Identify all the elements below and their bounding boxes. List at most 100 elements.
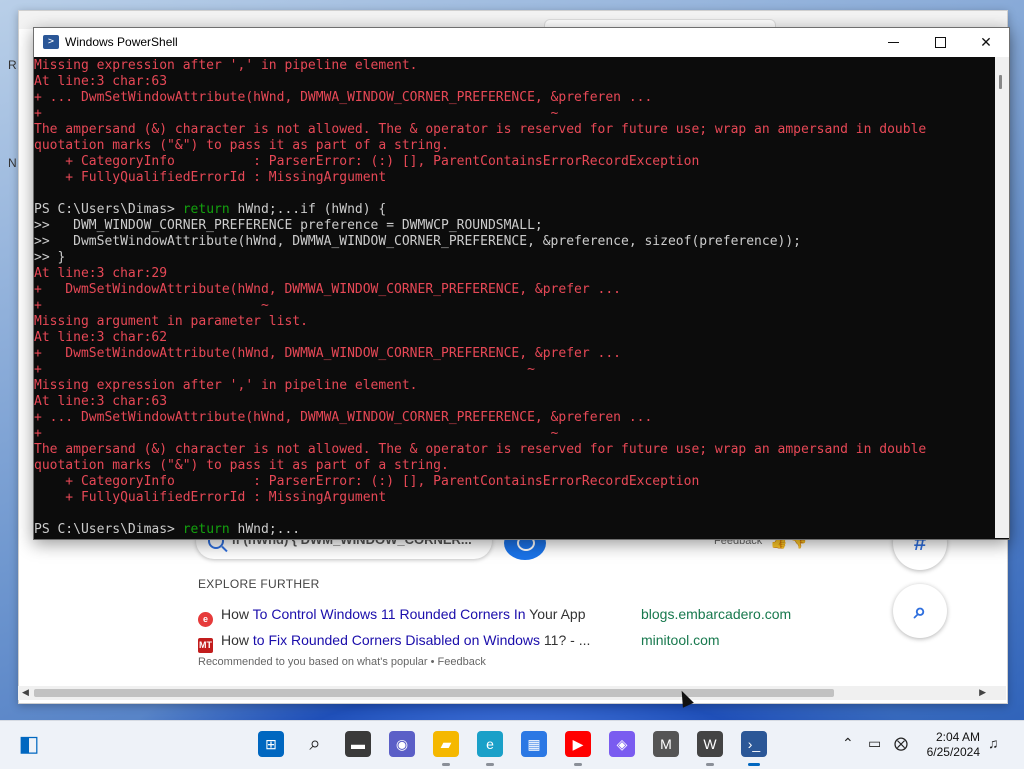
console-line: + FullyQualifiedErrorId : MissingArgumen… (34, 170, 995, 186)
network-icon[interactable]: ▭ (868, 735, 881, 752)
copilot-icon[interactable]: ◈ (609, 731, 635, 757)
console-text: Missing expression after ',' in pipeline… (34, 58, 418, 73)
console-line: Missing expression after ',' in pipeline… (34, 378, 995, 394)
powershell-window[interactable]: > Windows PowerShell ✕ Missing expressio… (33, 27, 1010, 540)
console-keyword: return (182, 202, 230, 217)
console-prompt: PS C:\Users\Dimas> (34, 202, 183, 217)
console-text: At line:3 char:63 (34, 74, 168, 89)
console-text: + ~ (34, 106, 559, 121)
console-line: + ~ (34, 106, 995, 122)
console-line: Missing argument in parameter list. (34, 314, 995, 330)
console-line: At line:3 char:63 (34, 74, 995, 90)
volume-icon[interactable]: ⨂ (894, 735, 908, 752)
result-source[interactable]: blogs.embarcadero.com (641, 606, 791, 622)
powershell-titlebar[interactable]: > Windows PowerShell ✕ (34, 28, 1009, 57)
console-line: + CategoryInfo : ParserError: (:) [], Pa… (34, 474, 995, 490)
console-text: + FullyQualifiedErrorId : MissingArgumen… (34, 170, 387, 185)
window-title: Windows PowerShell (65, 35, 178, 49)
console-line: quotation marks ("&") to pass it as part… (34, 138, 995, 154)
chevron-up-icon[interactable]: ⌃ (842, 735, 854, 752)
scroll-thumb[interactable] (999, 75, 1002, 89)
search-icon[interactable]: ⌕ (302, 731, 328, 757)
meet-icon[interactable]: ◉ (389, 731, 415, 757)
result-item[interactable]: MT How to Fix Rounded Corners Disabled on… (198, 632, 590, 653)
clock[interactable]: 2:04 AM 6/25/2024 (927, 730, 980, 760)
console-scrollbar[interactable] (995, 57, 1009, 538)
scroll-left-icon[interactable]: ◀ (22, 687, 29, 698)
console-line: Missing expression after ',' in pipeline… (34, 58, 995, 74)
console-text: At line:3 char:63 (34, 394, 168, 409)
store-icon[interactable]: ▦ (521, 731, 547, 757)
powershell-icon: > (43, 35, 59, 49)
console-line: At line:3 char:62 (34, 330, 995, 346)
result-source[interactable]: minitool.com (641, 632, 720, 648)
console-line: >> } (34, 250, 995, 266)
console-line: The ampersand (&) character is not allow… (34, 122, 995, 138)
horizontal-scrollbar[interactable]: ◀ ▶ (18, 686, 1006, 700)
console-text: At line:3 char:29 (34, 266, 168, 281)
scroll-right-icon[interactable]: ▶ (979, 687, 986, 698)
result-title[interactable]: How to Fix Rounded Corners Disabled on W… (221, 632, 590, 648)
console-text: + DwmSetWindowAttribute(hWnd, DWMWA_WIND… (34, 282, 621, 297)
console-line: quotation marks ("&") to pass it as part… (34, 458, 995, 474)
date-text: 6/25/2024 (926, 745, 980, 759)
console-text: The ampersand (&) character is not allow… (34, 122, 927, 137)
console-text: The ampersand (&) character is not allow… (34, 442, 927, 457)
edge-icon[interactable]: e (477, 731, 503, 766)
console-line: The ampersand (&) character is not allow… (34, 442, 995, 458)
console-keyword: return (182, 522, 230, 537)
console-text: + DwmSetWindowAttribute(hWnd, DWMWA_WIND… (34, 346, 621, 361)
console-text: + ~ (34, 426, 559, 441)
console-text: quotation marks ("&") to pass it as part… (34, 138, 449, 153)
console-line: + CategoryInfo : ParserError: (:) [], Pa… (34, 154, 995, 170)
console-text: + CategoryInfo : ParserError: (:) [], Pa… (34, 154, 700, 169)
file-explorer-icon[interactable]: ▰ (433, 731, 459, 766)
start-icon[interactable]: ⊞ (258, 731, 284, 757)
powershell-icon[interactable]: ›_ (741, 731, 767, 766)
console-line: + ... DwmSetWindowAttribute(hWnd, DWMWA_… (34, 410, 995, 426)
desktop-icon-label: N (8, 156, 17, 170)
close-button[interactable]: ✕ (963, 28, 1009, 57)
maximize-button[interactable] (917, 28, 963, 57)
console-text: quotation marks ("&") to pass it as part… (34, 458, 449, 473)
console-line: + DwmSetWindowAttribute(hWnd, DWMWA_WIND… (34, 346, 995, 362)
console-line: PS C:\Users\Dimas> return hWnd;...if (hW… (34, 202, 995, 218)
console-line: >> DwmSetWindowAttribute(hWnd, DWMWA_WIN… (34, 234, 995, 250)
taskbar: ◧ ⊞ ⌕ ▬ ◉ ▰ e ▦ ▶ ◈ M W ›_ ⌃ ▭ ⨂ 2:04 AM 6/25/2024 … (0, 720, 1024, 769)
m-app-icon[interactable]: M (653, 731, 679, 757)
console-text: >> DwmSetWindowAttribute(hWnd, DWMWA_WIN… (34, 234, 802, 249)
result-title[interactable]: How To Control Windows 11 Rounded Corner… (221, 606, 586, 622)
console-line: At line:3 char:29 (34, 266, 995, 282)
console-text: + ~ (34, 298, 269, 313)
console-text: hWnd;...if (hWnd) { (229, 202, 387, 217)
console-text: Missing expression after ',' in pipeline… (34, 378, 418, 393)
console-text: + ... DwmSetWindowAttribute(hWnd, DWMWA_… (34, 90, 653, 105)
time-text: 2:04 AM (935, 730, 980, 744)
task-view-icon[interactable]: ▬ (345, 731, 371, 757)
console-text: + FullyQualifiedErrorId : MissingArgumen… (34, 490, 387, 505)
console-output[interactable]: Missing expression after ',' in pipeline… (34, 57, 995, 539)
result-item[interactable]: e How To Control Windows 11 Rounded Corne… (198, 606, 586, 627)
widgets-icon[interactable]: ◧ (16, 731, 42, 757)
console-line: + DwmSetWindowAttribute(hWnd, DWMWA_WIND… (34, 282, 995, 298)
console-line: + ~ (34, 298, 995, 314)
minimize-button[interactable] (871, 28, 917, 57)
console-text: + CategoryInfo : ParserError: (:) [], Pa… (34, 474, 700, 489)
recommended-note: Recommended to you based on what's popul… (198, 656, 486, 668)
console-text: + ~ (34, 362, 535, 377)
console-text: hWnd;... (229, 522, 301, 537)
console-line (34, 506, 995, 522)
wikipedia-icon[interactable]: W (697, 731, 723, 766)
youtube-icon[interactable]: ▶ (565, 731, 591, 766)
result-favicon: MT (198, 638, 213, 653)
scroll-thumb[interactable] (34, 689, 834, 697)
console-text: + ... DwmSetWindowAttribute(hWnd, DWMWA_… (34, 410, 653, 425)
result-favicon: e (198, 612, 213, 627)
console-prompt: PS C:\Users\Dimas> (34, 522, 183, 537)
notification-bell-icon[interactable]: ♫ (988, 735, 999, 751)
search-circle-button[interactable]: ⌕ (893, 584, 947, 638)
desktop-icon-label: R (8, 58, 17, 72)
console-line: At line:3 char:63 (34, 394, 995, 410)
